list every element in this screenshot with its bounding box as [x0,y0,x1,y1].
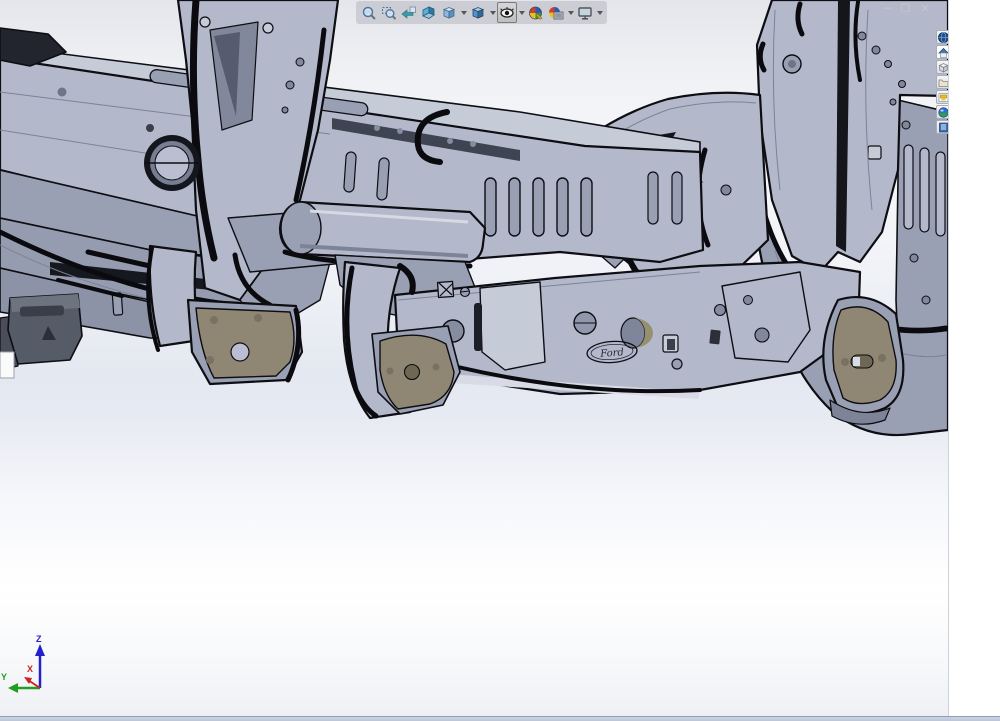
view-orientation-dropdown[interactable] [459,2,468,23]
triad-x-label: X [27,664,33,674]
form-icon [938,122,948,133]
task-pane-panel [948,0,1000,716]
apply-scene-dropdown[interactable] [566,2,575,23]
monitor-icon [577,5,593,21]
ford-logo-text: Ford [599,347,624,360]
magnifier-part-icon [361,5,377,21]
section-cut-icon [421,5,437,21]
tab-search[interactable] [936,75,948,89]
status-bar [0,716,1000,721]
cross-tube [280,202,485,266]
triad-z-label: Z [36,634,42,644]
orientation-triad: Z Y X [1,634,45,693]
folder-icon [938,77,948,88]
heads-up-view-toolbar [356,1,607,24]
zoom-to-area-button[interactable] [379,2,399,23]
view-settings-dropdown[interactable] [595,2,604,23]
back-arrow-sheet-icon [401,5,417,21]
view-cube-icon [441,5,457,21]
sphere-icon [938,107,948,118]
solidworks-window: Ford [0,0,1000,721]
display-style-dropdown[interactable] [488,2,497,23]
view-orientation-button[interactable] [439,2,459,23]
task-pane-tabs [936,30,948,135]
tab-view-palette[interactable] [936,90,948,104]
tab-appearances-scenes[interactable] [936,105,948,119]
hide-show-items-button[interactable] [497,2,517,23]
tab-solidworks-resources[interactable] [936,30,948,44]
home-icon [938,47,948,58]
zoom-to-fit-button[interactable] [359,2,379,23]
restore-icon[interactable]: ❐ [901,2,911,16]
color-ball-pencil-icon [528,5,544,21]
eye-icon [499,5,515,21]
hitch-boxes [0,294,82,378]
close-icon[interactable]: ✕ [921,2,930,16]
edit-appearance-button[interactable] [526,2,546,23]
graphics-viewport[interactable]: Ford [0,0,948,716]
triad-y-label: Y [1,672,7,682]
hide-show-items-dropdown[interactable] [517,2,526,23]
palette-icon [938,92,948,103]
previous-view-button[interactable] [399,2,419,23]
tab-file-explorer[interactable] [936,60,948,74]
tab-custom-properties[interactable] [936,120,948,134]
display-style-button[interactable] [468,2,488,23]
truck-frame-model[interactable]: Ford [0,0,948,716]
shaded-cube-icon [470,5,486,21]
apply-scene-button[interactable] [546,2,566,23]
label-sticker [0,352,14,378]
tab-design-library[interactable] [936,45,948,59]
document-window-controls: ─ ❐ ✕ [884,2,930,16]
minimize-icon[interactable]: ─ [884,2,891,16]
view-settings-button[interactable] [575,2,595,23]
magnifier-area-icon [381,5,397,21]
section-view-button[interactable] [419,2,439,23]
box-icon [938,62,948,73]
globe-icon [938,32,948,43]
color-ball-scene-icon [548,5,564,21]
